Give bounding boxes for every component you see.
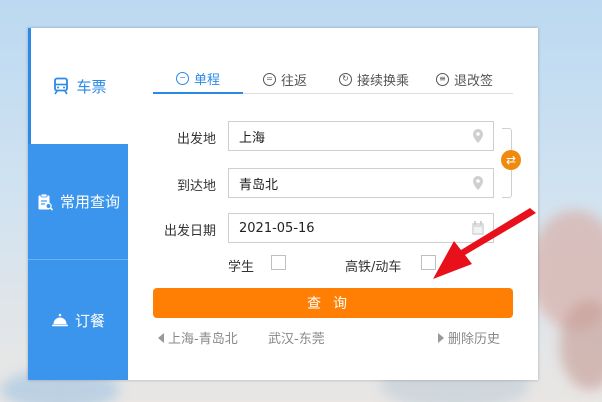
ticket-search-widget: 车票 常用查询 订餐 − 单程 = 往返 ↻ 接续换乘 ≡ 退改签 出发地 上海…	[28, 28, 538, 380]
to-station-value: 青岛北	[239, 177, 279, 193]
tab-label: 接续换乘	[357, 73, 410, 89]
swap-arrows-icon: ⇄	[505, 153, 517, 167]
tab-one-way[interactable]: − 单程	[153, 64, 243, 94]
minus-circle-icon: −	[175, 71, 189, 85]
student-label: 学生	[228, 260, 255, 275]
from-station-value: 上海	[239, 130, 266, 146]
sidebar-item-common-query[interactable]: 常用查询	[28, 144, 128, 260]
refresh-circle-icon: ↻	[339, 72, 352, 86]
high-speed-checkbox[interactable]	[421, 255, 436, 270]
clipboard-search-icon	[38, 193, 54, 211]
trip-type-tabs: − 单程 = 往返 ↻ 接续换乘 ≡ 退改签	[153, 64, 513, 94]
to-station-input[interactable]: 青岛北	[228, 168, 494, 198]
departure-date-value: 2021-05-16	[239, 220, 315, 236]
sidebar: 车票 常用查询 订餐	[28, 28, 128, 380]
swap-stations-button[interactable]: ⇄	[501, 150, 521, 170]
sidebar-item-meal[interactable]: 订餐	[28, 260, 128, 380]
tab-label: 单程	[193, 72, 220, 88]
sidebar-item-label: 订餐	[74, 311, 105, 330]
high-speed-label: 高铁/动车	[345, 260, 402, 275]
food-cloche-icon	[51, 313, 68, 327]
calendar-icon	[472, 221, 484, 235]
clear-history-label: 删除历史	[448, 332, 501, 347]
departure-date-input[interactable]: 2021-05-16	[228, 213, 494, 243]
tab-round-trip[interactable]: = 往返	[263, 64, 307, 94]
train-icon	[54, 77, 69, 95]
tab-label: 退改签	[454, 73, 494, 89]
sidebar-item-label: 车票	[76, 77, 107, 96]
clear-history-button[interactable]: 删除历史	[438, 328, 500, 347]
history-item-label: 武汉-东莞	[268, 332, 325, 347]
search-button[interactable]: 查询	[153, 288, 513, 318]
to-station-label: 到达地	[176, 179, 216, 194]
tab-label: 往返	[281, 73, 308, 89]
history-item[interactable]: 上海-青岛北	[158, 328, 238, 347]
location-pin-icon	[473, 129, 483, 143]
sidebar-item-ticket[interactable]: 车票	[28, 28, 128, 144]
student-checkbox[interactable]	[271, 255, 286, 270]
location-pin-icon	[473, 176, 483, 190]
from-station-label: 出发地	[176, 132, 216, 147]
from-station-input[interactable]: 上海	[228, 121, 494, 151]
history-item-label: 上海-青岛北	[168, 332, 238, 347]
triangle-left-icon	[158, 332, 164, 343]
history-item[interactable]: 武汉-东莞	[268, 328, 325, 347]
triangle-right-icon	[438, 332, 444, 343]
list-circle-icon: ≡	[436, 72, 449, 86]
tab-transfer[interactable]: ↻ 接续换乘	[339, 64, 409, 94]
equals-circle-icon: =	[263, 72, 276, 86]
sidebar-item-label: 常用查询	[59, 193, 120, 211]
departure-date-label: 出发日期	[163, 224, 216, 239]
tab-refund-change[interactable]: ≡ 退改签	[436, 64, 493, 94]
